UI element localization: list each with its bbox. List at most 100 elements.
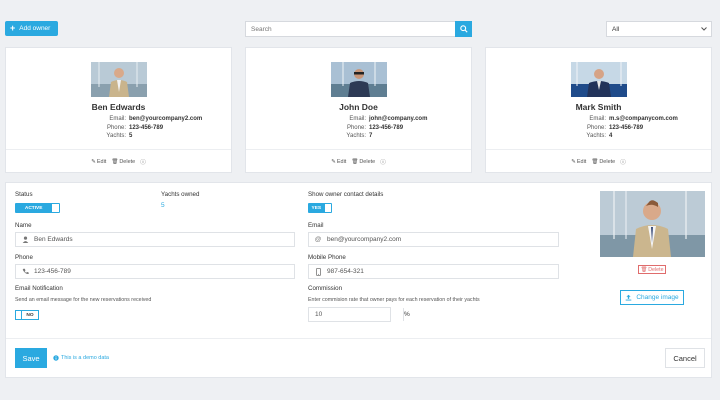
edit-label: Edit — [336, 159, 347, 165]
phone-input[interactable] — [34, 268, 294, 275]
owner-card: Ben Edwards Email: ben@yourcompany2.com P… — [5, 47, 232, 173]
phone-label: Phone — [15, 254, 33, 261]
commission-field: % — [308, 307, 410, 322]
pencil-icon: ✎ — [91, 159, 96, 165]
info-icon[interactable]: ⓘ — [620, 158, 626, 166]
mobile-phone-label: Mobile Phone — [308, 254, 346, 261]
yachts-label: Yachts: — [586, 133, 606, 139]
plus-icon: + — [10, 23, 16, 33]
phone-icon — [16, 268, 34, 275]
delete-button[interactable]: 🗑 Delete — [351, 158, 375, 166]
form-divider — [6, 338, 711, 339]
delete-photo-label: Delete — [648, 266, 664, 273]
info-icon[interactable]: ⓘ — [140, 158, 146, 166]
change-image-label: Change image — [636, 294, 679, 301]
mobile-phone-field — [308, 264, 559, 279]
commission-label: Commission — [308, 285, 343, 292]
email-notification-label: Email Notification — [15, 285, 63, 292]
email-field: @ — [308, 232, 559, 247]
phone-field — [15, 264, 295, 279]
delete-photo-button[interactable]: 🗑 Delete — [638, 265, 666, 274]
card-actions: ✎ Edit 🗑 Delete ⓘ — [486, 158, 711, 166]
card-actions: ✎ Edit 🗑 Delete ⓘ — [6, 158, 231, 166]
pencil-icon: ✎ — [331, 159, 336, 165]
email-label: Email: — [349, 116, 366, 122]
trash-icon: 🗑 — [591, 159, 599, 165]
yachts-owned-link[interactable]: 5 — [161, 202, 165, 209]
owner-info: Email: ben@yourcompany2.com Phone: 123-456… — [86, 115, 202, 141]
search-bar — [245, 21, 472, 37]
status-label: Status — [15, 191, 33, 198]
owner-email: john@company.com — [369, 116, 428, 122]
show-contact-toggle-value: YES — [309, 204, 324, 212]
email-input[interactable] — [327, 236, 558, 243]
card-divider — [246, 149, 471, 150]
demo-note-text: This is a demo data — [61, 355, 109, 361]
status-toggle[interactable]: ACTIVE — [15, 203, 60, 213]
yachts-owned-label: Yachts owned — [161, 191, 200, 198]
email-label: Email — [308, 222, 324, 229]
owner-photo — [331, 62, 387, 97]
mobile-icon — [309, 267, 327, 276]
owner-email: ben@yourcompany2.com — [129, 116, 203, 122]
search-button[interactable] — [455, 21, 472, 37]
edit-button[interactable]: ✎ Edit — [571, 158, 586, 166]
phone-label: Phone: — [586, 124, 606, 131]
info-icon — [53, 355, 59, 361]
email-notification-toggle-value: NO — [26, 312, 34, 318]
edit-button[interactable]: ✎ Edit — [91, 158, 106, 166]
add-owner-button[interactable]: + Add owner — [5, 21, 58, 36]
trash-icon: 🗑 — [111, 159, 119, 165]
user-icon — [16, 236, 34, 243]
info-icon[interactable]: ⓘ — [380, 158, 386, 166]
commission-input[interactable] — [309, 311, 403, 318]
owner-name: Mark Smith — [575, 102, 622, 112]
at-icon: @ — [314, 236, 322, 243]
status-toggle-value: ACTIVE — [16, 204, 52, 212]
card-divider — [486, 149, 711, 150]
owner-yachts: 5 — [129, 133, 133, 139]
yachts-label: Yachts: — [106, 133, 126, 139]
owner-email: m.s@companycom.com — [609, 116, 678, 122]
mobile-phone-input[interactable] — [327, 268, 558, 275]
show-contact-label: Show owner contact details — [308, 191, 384, 198]
owner-edit-panel: Status ACTIVE Yachts owned 5 Show owner … — [5, 182, 712, 378]
toggle-knob — [51, 204, 59, 212]
delete-label: Delete — [599, 159, 616, 165]
top-toolbar: + Add owner All — [0, 0, 720, 40]
edit-label: Edit — [576, 159, 587, 165]
edit-button[interactable]: ✎ Edit — [331, 158, 346, 166]
email-notification-toggle[interactable]: NO — [15, 310, 39, 320]
owner-card: John Doe Email: john@company.com Phone: 12… — [245, 47, 472, 173]
email-notification-hint: Send an email message for the new reserv… — [15, 297, 152, 303]
owner-name: John Doe — [339, 102, 378, 112]
upload-icon — [626, 294, 632, 301]
owner-info: Email: m.s@companycom.com Phone: 123-456-7… — [566, 115, 678, 141]
owner-photo — [571, 62, 627, 97]
trash-icon: 🗑 — [640, 266, 648, 273]
phone-label: Phone: — [106, 124, 126, 131]
delete-button[interactable]: 🗑 Delete — [591, 158, 615, 166]
card-divider — [6, 149, 231, 150]
name-input[interactable] — [34, 236, 294, 243]
owner-phone: 123-456-789 — [369, 124, 404, 131]
demo-note: This is a demo data — [53, 355, 109, 361]
save-button[interactable]: Save — [15, 348, 47, 368]
owner-phone: 123-456-789 — [129, 124, 164, 131]
delete-button[interactable]: 🗑 Delete — [111, 158, 135, 166]
yachts-label: Yachts: — [346, 133, 366, 139]
owner-yachts: 7 — [369, 133, 373, 139]
owner-info: Email: john@company.com Phone: 123-456-789… — [326, 115, 427, 141]
owner-yachts: 4 — [609, 133, 613, 139]
chevron-down-icon — [701, 27, 707, 31]
cancel-button[interactable]: Cancel — [665, 348, 705, 368]
filter-select[interactable]: All — [606, 21, 712, 37]
owner-photo — [91, 62, 147, 97]
owner-phone: 123-456-789 — [609, 124, 644, 131]
edit-label: Edit — [96, 159, 107, 165]
email-label: Email: — [589, 116, 606, 122]
filter-selected-value: All — [612, 25, 620, 33]
search-input[interactable] — [245, 21, 455, 37]
change-image-button[interactable]: Change image — [620, 290, 684, 305]
show-contact-toggle[interactable]: YES — [308, 203, 332, 213]
